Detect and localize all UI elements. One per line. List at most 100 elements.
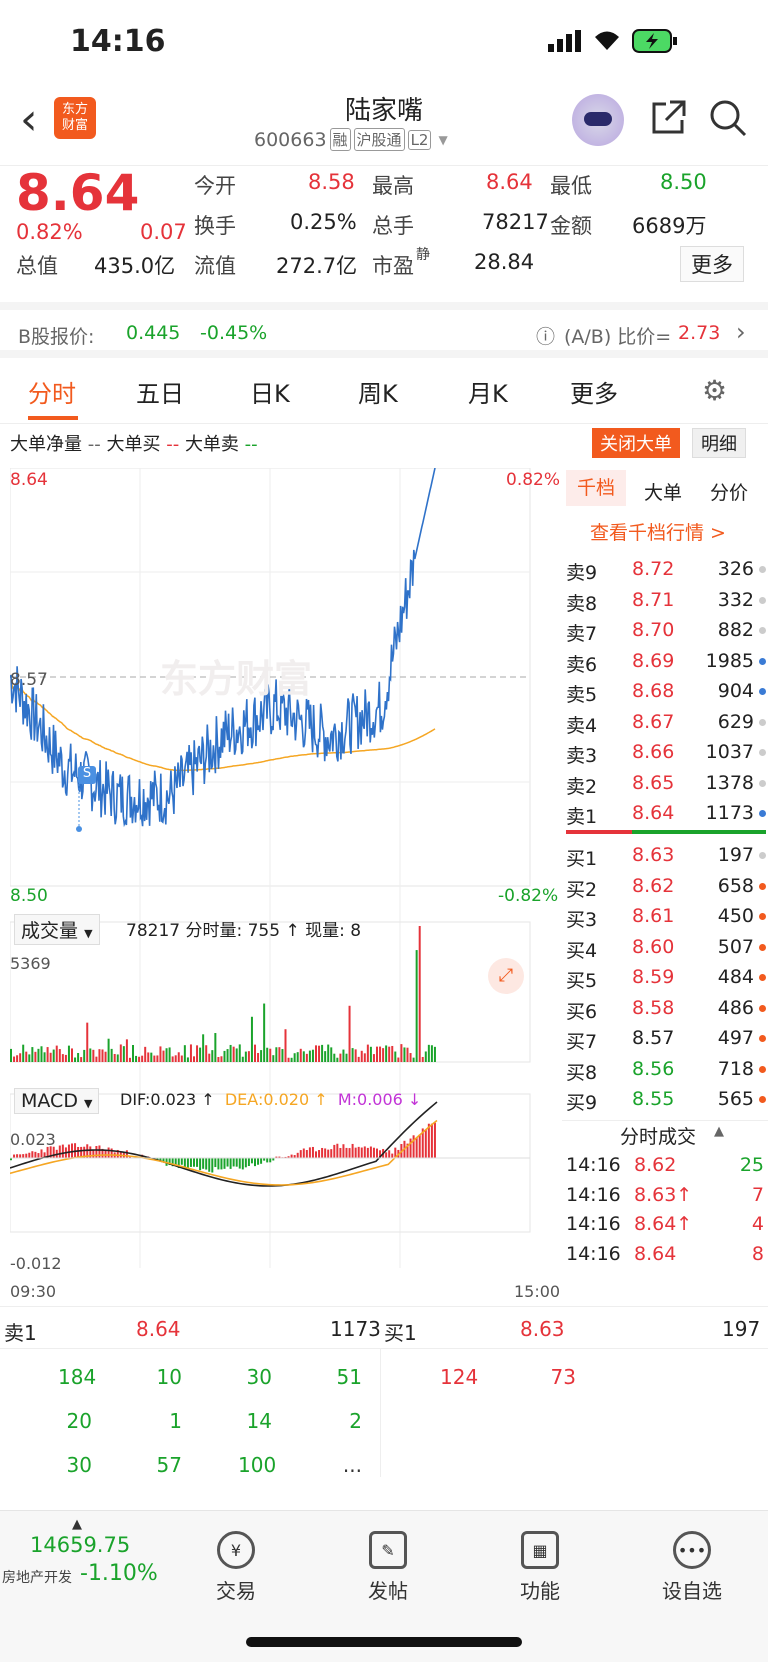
index-widget[interactable]: ▲ 14659.75 房地产开发 -1.10% xyxy=(0,1511,160,1611)
tab-intraday[interactable]: 分时 xyxy=(28,374,76,409)
tab-thousand-levels[interactable]: 千档 xyxy=(566,470,626,506)
period-tabs: 分时 五日 日K 周K 月K 更多 ⚙ xyxy=(0,358,768,424)
tab-week-k[interactable]: 周K xyxy=(358,374,398,409)
level-volume: 197 xyxy=(717,844,754,866)
macd-bar xyxy=(254,1158,256,1167)
volume-bar xyxy=(254,1044,256,1062)
more-button[interactable]: 更多 xyxy=(680,246,744,282)
settings-icon[interactable]: ⚙ xyxy=(702,374,727,407)
volume-bar xyxy=(16,1055,19,1062)
y-min-label: 8.50 xyxy=(10,886,48,906)
ask-level-row[interactable]: 卖7 8.70 882 xyxy=(562,615,768,647)
volume-bar xyxy=(193,1056,195,1062)
tab-more[interactable]: 更多 xyxy=(570,374,618,409)
macd-selector[interactable]: MACD ▼ xyxy=(14,1088,100,1114)
sell-queue-item: ... xyxy=(342,1453,362,1477)
level-label: 买7 xyxy=(566,1031,598,1053)
quote-value: 0.25% xyxy=(290,210,357,234)
ask-level-row[interactable]: 卖9 8.72 326 xyxy=(562,554,768,586)
volume-bar xyxy=(400,1044,403,1062)
signal-dot xyxy=(76,826,82,832)
sell-signal-marker[interactable]: S xyxy=(78,766,96,784)
level-volume: 1173 xyxy=(705,802,754,824)
bid-level-row[interactable]: 买5 8.59 484 xyxy=(562,962,768,994)
buy-queue-item: 73 xyxy=(550,1365,576,1389)
volume-bar xyxy=(305,1053,308,1062)
volume-bar xyxy=(379,1046,382,1062)
macd-bar xyxy=(257,1158,260,1165)
ask-level-row[interactable]: 卖4 8.67 629 xyxy=(562,707,768,739)
chevron-down-icon[interactable]: ▼ xyxy=(438,133,447,147)
bid-level-row[interactable]: 买9 8.55 565 xyxy=(562,1084,768,1116)
bid-level-row[interactable]: 买1 8.63 197 xyxy=(562,840,768,872)
tab-five-day[interactable]: 五日 xyxy=(136,374,184,409)
ask-level-row[interactable]: 卖3 8.66 1037 xyxy=(562,737,768,769)
macd-bar xyxy=(235,1158,238,1167)
trades-title[interactable]: 分时成交 xyxy=(620,1122,696,1149)
quote-value: 28.84 xyxy=(474,250,535,274)
level-price: 8.60 xyxy=(632,935,675,958)
level-price: 8.66 xyxy=(632,741,675,763)
bid-level-row[interactable]: 买6 8.58 486 xyxy=(562,993,768,1025)
ask-level-row[interactable]: 卖6 8.69 1985 xyxy=(562,646,768,678)
net-big-value: -- xyxy=(87,434,101,455)
bid-level-row[interactable]: 买7 8.57 497 xyxy=(562,1023,768,1055)
view-thousand-link[interactable]: 查看千档行情 > xyxy=(590,518,726,545)
macd-bar xyxy=(189,1158,192,1167)
bid-level-row[interactable]: 买4 8.60 507 xyxy=(562,932,768,964)
volume-bar xyxy=(315,1045,317,1062)
ab-ratio-label: (A/B) 比价= xyxy=(564,326,672,348)
dea-value: DEA:0.020 ↑ xyxy=(224,1090,328,1109)
bid-level-row[interactable]: 买8 8.56 718 xyxy=(562,1054,768,1086)
ask-level-row[interactable]: 卖8 8.71 332 xyxy=(562,585,768,617)
search-icon[interactable] xyxy=(708,98,748,142)
ask-level-row[interactable]: 卖5 8.68 904 xyxy=(562,676,768,708)
volume-bar xyxy=(61,1054,64,1062)
function-button[interactable]: ▦ 功能 xyxy=(490,1531,590,1604)
volume-bar xyxy=(92,1049,95,1062)
chevron-right-icon[interactable]: › xyxy=(736,318,746,346)
b-share-strip[interactable]: B股报价: 0.445 -0.45% ⓘ (A/B) 比价= 2.73 › xyxy=(0,310,768,358)
share-icon[interactable] xyxy=(648,98,688,142)
help-icon[interactable]: ⓘ xyxy=(536,322,555,349)
macd-bar xyxy=(13,1154,16,1158)
intraday-chart-area[interactable]: 8.64 8.57 8.50 0.82% -0.82% 东方财富 S 成交量 ▼… xyxy=(9,467,562,1301)
m-value: M:0.006 ↓ xyxy=(337,1090,422,1109)
macd-bar xyxy=(333,1144,336,1158)
tab-day-k[interactable]: 日K xyxy=(250,374,290,409)
tab-big-orders[interactable]: 大单 xyxy=(644,478,682,505)
volume-selector[interactable]: 成交量 ▼ xyxy=(14,914,100,945)
volume-bar xyxy=(324,1051,327,1062)
volume-bar xyxy=(113,1053,116,1062)
level-volume: 629 xyxy=(717,710,754,733)
quote-label: 换手 xyxy=(194,214,236,238)
macd-bar xyxy=(308,1147,311,1158)
ask-level-row[interactable]: 卖1 8.64 1173 xyxy=(562,798,768,830)
caret-up-icon[interactable]: ▲ xyxy=(714,1124,724,1139)
volume-bar xyxy=(372,1054,375,1062)
macd-bar xyxy=(302,1148,305,1158)
home-indicator xyxy=(246,1637,522,1647)
macd-bar xyxy=(424,1129,427,1158)
close-big-order-button[interactable]: 关闭大单 xyxy=(592,428,680,458)
expand-icon[interactable]: ⤢ xyxy=(488,958,524,994)
trade-button[interactable]: ¥ 交易 xyxy=(186,1531,286,1604)
level-price: 8.58 xyxy=(632,996,675,1019)
macd-bar xyxy=(430,1123,433,1158)
level-price: 8.59 xyxy=(632,966,675,988)
volume-bar xyxy=(89,1048,92,1062)
clock: 14:16 xyxy=(70,24,166,59)
status-bar: 14:16 xyxy=(0,0,768,88)
trade-row: 14:16 8.62 25 xyxy=(562,1150,768,1182)
ask-level-row[interactable]: 卖2 8.65 1378 xyxy=(562,768,768,800)
robot-avatar-icon[interactable] xyxy=(572,94,624,146)
tab-month-k[interactable]: 月K xyxy=(468,374,508,409)
post-button[interactable]: ✎ 发帖 xyxy=(338,1531,438,1604)
tab-price-dist[interactable]: 分价 xyxy=(710,478,748,505)
bid-level-row[interactable]: 买3 8.61 450 xyxy=(562,901,768,933)
macd-bar xyxy=(366,1147,369,1158)
detail-button[interactable]: 明细 xyxy=(692,428,746,458)
back-icon[interactable]: ‹ xyxy=(20,98,38,142)
bid-level-row[interactable]: 买2 8.62 658 xyxy=(562,871,768,903)
add-watchlist-button[interactable]: ••• 设自选 xyxy=(642,1531,742,1604)
